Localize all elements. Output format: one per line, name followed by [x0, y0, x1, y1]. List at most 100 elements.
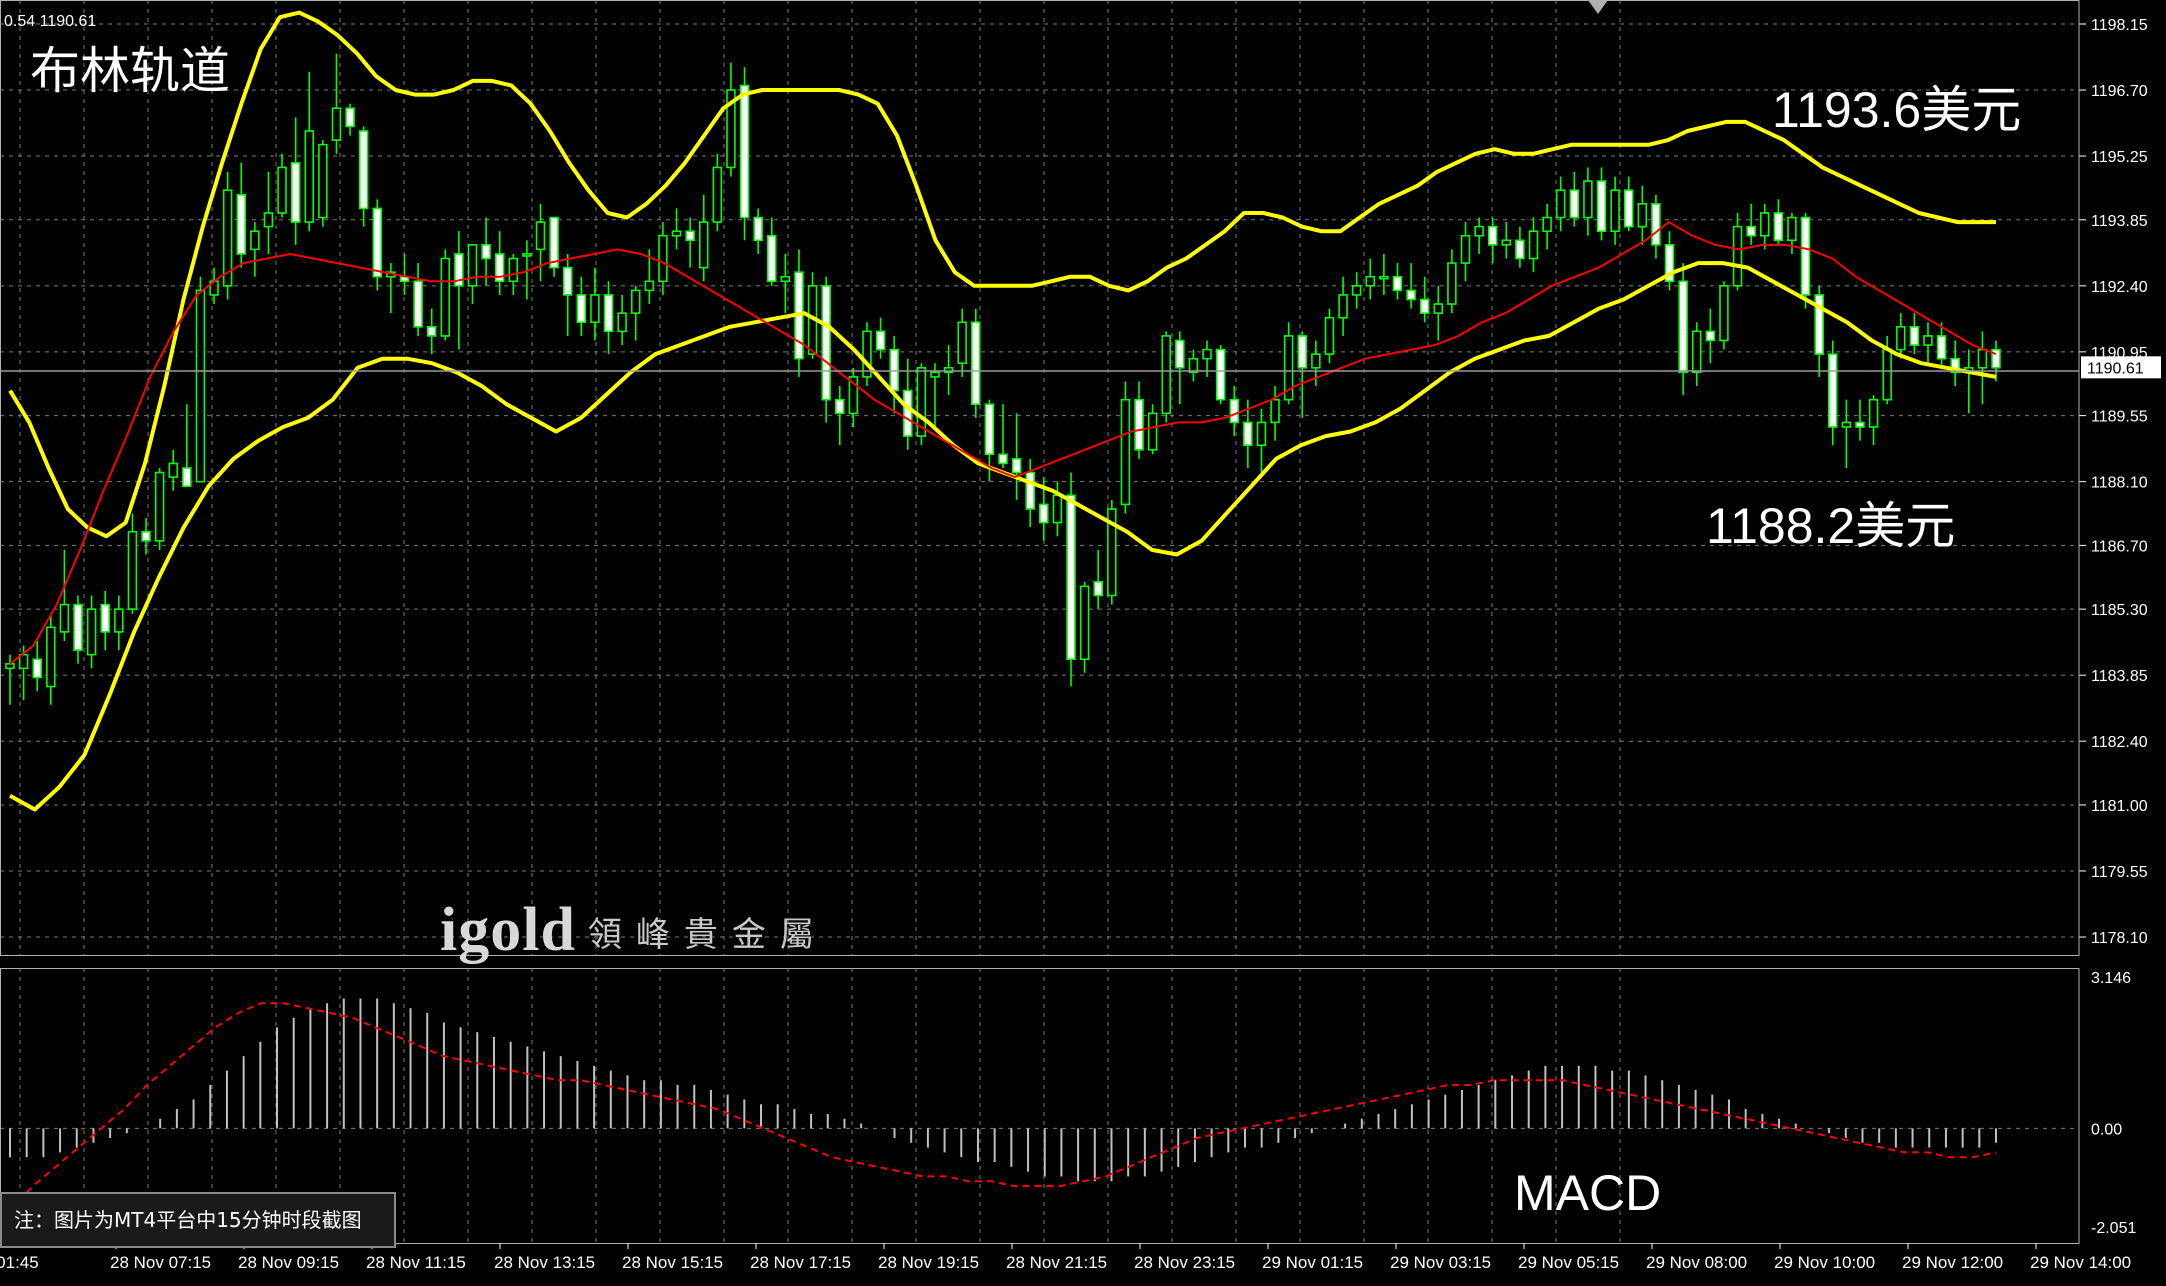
candle-body-up — [1474, 225, 1484, 237]
macd-tick-label: -2.051 — [2091, 1220, 2136, 1237]
candle-body-down — [1392, 275, 1403, 292]
candle-body-down — [1773, 212, 1784, 242]
candle-body-up — [304, 130, 315, 223]
candle-body-up — [1052, 494, 1063, 524]
candle-body-up — [1637, 203, 1648, 228]
candle-body-up — [1691, 330, 1702, 374]
time-tick-label: ? 01:45 — [0, 1253, 39, 1272]
candle-body-down — [1243, 421, 1253, 447]
candle-body-down — [358, 130, 369, 210]
candle-body-up — [1977, 348, 1988, 369]
candle-body-down — [739, 84, 750, 219]
candle-body-down — [1678, 280, 1688, 374]
price-tick-label: 1185.30 — [2091, 602, 2148, 619]
candle-body-down — [875, 330, 886, 351]
macd-tick-label: 3.146 — [2091, 970, 2131, 987]
time-tick-label: 29 Nov 08:00 — [1646, 1253, 1747, 1272]
candle-body-up — [277, 166, 287, 214]
candle-body-down — [998, 453, 1008, 465]
candle-body-up — [114, 608, 124, 633]
candle-body-down — [1093, 581, 1103, 597]
candle-body-up — [467, 244, 478, 287]
candle-body-up — [195, 289, 206, 483]
price-tick-label: 1192.40 — [2091, 279, 2148, 296]
candle-body-down — [236, 193, 246, 255]
annotation-upper-price: 1193.6美元 — [1772, 82, 2021, 138]
candle-body-up — [1147, 412, 1158, 451]
price-tick-label: 1195.25 — [2091, 149, 2148, 166]
candle-body-up — [535, 221, 546, 251]
candle-body-up — [930, 371, 940, 378]
candle-body-up — [1501, 239, 1512, 246]
candle-body-down — [576, 294, 587, 324]
candle-body-up — [1732, 225, 1743, 287]
chart-title: 布林轨道 — [30, 43, 230, 99]
candle-body-up — [522, 253, 532, 257]
candle-body-down — [562, 266, 573, 296]
candle-body-up — [1460, 234, 1471, 264]
candle-body-down — [100, 603, 110, 633]
price-tick-label: 1182.40 — [2091, 734, 2148, 751]
price-tick-label: 1181.00 — [2091, 798, 2148, 815]
candle-body-down — [1828, 353, 1838, 428]
time-tick-label: 29 Nov 14:00 — [2030, 1253, 2131, 1272]
candle-body-down — [1039, 503, 1049, 524]
candle-body-up — [1882, 348, 1892, 401]
candle-body-up — [1202, 348, 1212, 360]
candle-body-up — [1161, 335, 1171, 415]
candle-body-up — [617, 312, 627, 333]
candle-body-up — [712, 166, 723, 223]
candle-body-up — [1787, 216, 1797, 242]
candle-body-up — [1719, 285, 1729, 342]
candle-body-up — [1311, 353, 1321, 369]
macd-tick-label: 0.00 — [2091, 1121, 2122, 1138]
price-tick-label: 1193.85 — [2091, 213, 2148, 230]
price-tick-label: 1188.10 — [2091, 475, 2148, 492]
candle-body-up — [1896, 326, 1906, 351]
candle-body-down — [1515, 239, 1525, 260]
price-tick-label: 1196.70 — [2091, 83, 2148, 100]
chart-header: 0.54 1190.61 — [4, 13, 96, 30]
candle-body-up — [1270, 398, 1280, 424]
candle-body-down — [1487, 225, 1498, 246]
candle-body-up — [1433, 303, 1444, 314]
candle-body-up — [1324, 316, 1335, 355]
candle-body-down — [182, 467, 192, 487]
candle-body-down — [971, 321, 981, 406]
candle-body-up — [127, 530, 138, 610]
price-tick-label: 1183.85 — [2091, 668, 2148, 685]
candle-body-down — [835, 398, 845, 415]
time-tick-label: 29 Nov 01:15 — [1262, 1253, 1363, 1272]
candle-body-up — [1447, 262, 1457, 305]
candle-body-down — [426, 326, 437, 337]
logo-main-text: igold — [440, 896, 576, 964]
candle-body-down — [1175, 339, 1185, 369]
candle-body-down — [1297, 335, 1308, 369]
candle-body-up — [1528, 230, 1539, 260]
annotation-lower-price: 1188.2美元 — [1706, 498, 1955, 554]
candle-body-down — [903, 389, 913, 437]
screenshot-note: 注：图片为MT4平台中15分钟时段截图 — [0, 1192, 396, 1248]
logo-sub-text: 領峰貴金屬 — [587, 915, 828, 955]
candle-body-up — [168, 462, 178, 478]
candle-body-up — [957, 321, 967, 365]
time-tick-label: 28 Nov 17:15 — [750, 1253, 851, 1272]
candle-body-down — [1215, 348, 1226, 401]
candle-body-up — [263, 212, 274, 228]
time-tick-label: 28 Nov 11:15 — [366, 1253, 466, 1272]
candle-body-down — [481, 244, 491, 260]
candle-body-up — [780, 275, 791, 283]
macd-label: MACD — [1514, 1165, 1661, 1221]
candle-body-down — [889, 348, 899, 392]
candle-body-down — [73, 603, 83, 651]
candle-body-up — [698, 221, 709, 269]
candle-body-down — [345, 107, 355, 128]
candle-body-up — [1868, 398, 1879, 428]
time-tick-label: 29 Nov 03:15 — [1390, 1253, 1491, 1272]
price-tick-label: 1189.55 — [2091, 409, 2148, 426]
candle-body-down — [1229, 398, 1239, 424]
candle-body-up — [1760, 212, 1770, 237]
candle-body-down — [1651, 203, 1661, 246]
candle-body-up — [1256, 421, 1267, 447]
candle-body-up — [5, 662, 15, 670]
